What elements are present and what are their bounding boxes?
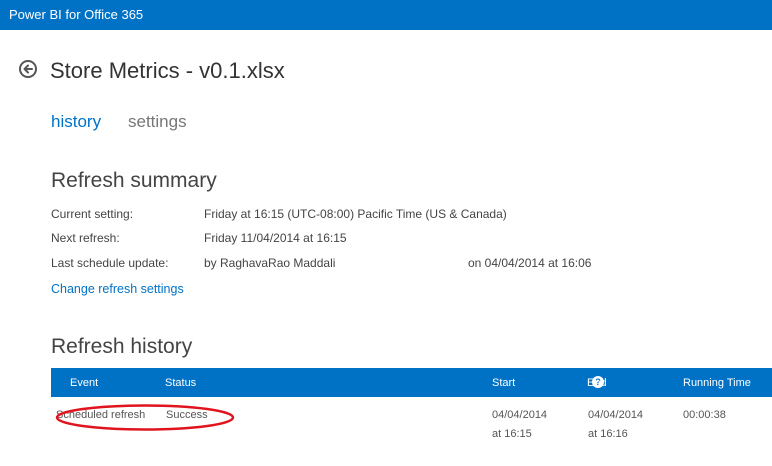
page-title: Store Metrics - v0.1.xlsx xyxy=(50,58,285,83)
last-update-user: by RaghavaRao Maddali xyxy=(204,256,336,270)
back-arrow-icon[interactable] xyxy=(19,60,37,78)
tab-settings[interactable]: settings xyxy=(128,112,187,132)
last-update-date: on 04/04/2014 at 16:06 xyxy=(468,256,592,270)
column-header-event[interactable]: Event xyxy=(70,377,98,389)
refresh-history-title: Refresh history xyxy=(51,335,193,358)
app-title[interactable]: Power BI for Office 365 xyxy=(9,7,143,22)
column-header-start[interactable]: Start xyxy=(492,377,515,389)
cell-running-time: 00:00:38 xyxy=(683,409,726,421)
current-setting-label: Current setting: xyxy=(51,207,134,221)
cell-start-date: 04/04/2014 xyxy=(492,409,548,421)
history-table-header: Event Status Start ? End Running Time xyxy=(51,368,772,397)
change-refresh-settings-link[interactable]: Change refresh settings xyxy=(51,282,184,296)
highlight-oval xyxy=(55,404,235,431)
cell-start-time: at 16:15 xyxy=(492,428,532,440)
column-header-status[interactable]: Status xyxy=(165,377,196,389)
top-bar: Power BI for Office 365 xyxy=(0,0,772,30)
column-header-end[interactable]: End xyxy=(587,377,607,389)
last-update-label: Last schedule update: xyxy=(51,256,169,270)
cell-end-date: 04/04/2014 xyxy=(588,409,644,421)
column-header-running-time[interactable]: Running Time xyxy=(683,377,751,389)
next-refresh-label: Next refresh: xyxy=(51,231,120,245)
current-setting-value: Friday at 16:15 (UTC-08:00) Pacific Time… xyxy=(204,207,507,221)
cell-end-time: at 16:16 xyxy=(588,428,628,440)
next-refresh-value: Friday 11/04/2014 at 16:15 xyxy=(204,231,347,245)
tab-history[interactable]: history xyxy=(51,112,101,132)
refresh-summary-title: Refresh summary xyxy=(51,169,217,192)
